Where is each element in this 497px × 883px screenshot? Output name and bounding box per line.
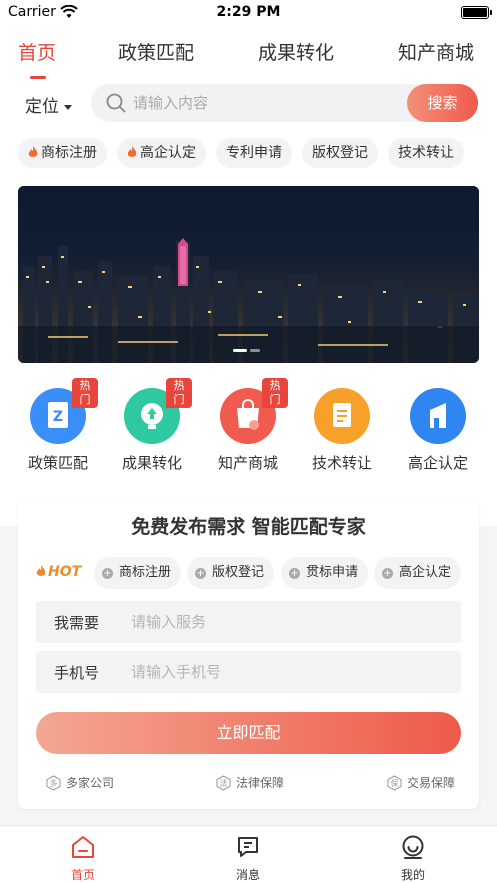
top-tabs: 首页 政策匹配 成果转化 知产商城 <box>0 36 497 79</box>
clock: 2:29 PM <box>216 4 281 20</box>
bottom-tab-bar: 首页 消息 我的 <box>0 825 497 883</box>
hot-chip-standard[interactable]: + 贯标申请 <box>281 557 369 589</box>
need-label: 我需要 <box>54 614 100 632</box>
match-button[interactable]: 立即匹配 <box>36 712 461 754</box>
tabbar-label: 首页 <box>70 868 95 882</box>
tab-achievement[interactable]: 成果转化 <box>258 38 334 65</box>
tab-ip-mall[interactable]: 知产商城 <box>398 38 474 65</box>
banner-image <box>18 186 479 363</box>
flame-icon <box>127 146 137 157</box>
guarantee-companies: 多多家公司 <box>46 774 114 791</box>
service-high-tech[interactable]: 高企认定 <box>398 380 478 473</box>
hot-chip-trademark[interactable]: + 商标注册 <box>94 557 182 589</box>
chip-trademark[interactable]: 商标注册 <box>18 138 107 168</box>
location-selector[interactable]: 定位 <box>25 92 72 117</box>
service-label: 高企认定 <box>407 454 468 472</box>
service-label: 政策匹配 <box>27 454 88 472</box>
svg-text:Z: Z <box>53 409 63 425</box>
clipboard-icon <box>333 403 351 427</box>
hexagon-badge-icon: 法 <box>216 775 231 791</box>
tabbar-profile[interactable]: 我的 <box>383 834 443 883</box>
phone-input[interactable] <box>131 651 441 693</box>
svg-text:法: 法 <box>220 778 228 788</box>
flame-icon <box>28 146 38 157</box>
chip-patent[interactable]: 专利申请 <box>216 138 292 168</box>
card-title: 免费发布需求 智能匹配专家 <box>131 516 366 538</box>
hot-badge: 热门 <box>166 378 192 408</box>
hot-badge: 热门 <box>262 378 288 408</box>
building-icon <box>430 403 446 428</box>
flame-icon <box>36 565 46 576</box>
hexagon-badge-icon: 多 <box>46 775 61 791</box>
phone-field: 手机号 <box>36 651 461 693</box>
search-input[interactable] <box>133 84 393 122</box>
location-label: 定位 <box>25 97 59 117</box>
status-bar: Carrier 2:29 PM <box>0 0 497 26</box>
tabbar-home[interactable]: 首页 <box>53 834 113 883</box>
plus-icon: + <box>382 568 393 579</box>
hot-badge: 热门 <box>72 378 98 408</box>
service-tech-transfer[interactable]: 技术转让 <box>302 380 382 473</box>
service-ip-mall[interactable]: 热门 知产商城 <box>208 378 288 473</box>
service-icon-circle <box>410 388 466 444</box>
service-grid: Z 热门 政策匹配 热门 成果转化 热门 知产商城 技术转让 高企认定 <box>0 378 497 480</box>
tab-policy-match[interactable]: 政策匹配 <box>118 38 194 65</box>
service-label: 知产商城 <box>217 454 278 472</box>
quick-chips: 商标注册 高企认定 专利申请 版权登记 技术转让 <box>18 138 488 170</box>
chip-high-tech[interactable]: 高企认定 <box>117 138 206 168</box>
active-tab-indicator <box>30 76 46 79</box>
carousel-dot-active[interactable] <box>233 349 247 352</box>
chip-label: 商标注册 <box>41 145 97 161</box>
tabbar-messages[interactable]: 消息 <box>218 834 278 883</box>
chip-label: 高企认定 <box>140 145 196 161</box>
need-field: 我需要 <box>36 601 461 643</box>
message-icon <box>238 837 258 857</box>
hot-chip-high-tech[interactable]: + 高企认定 <box>374 557 462 589</box>
guarantee-trade: 保交易保障 <box>387 774 455 791</box>
plus-icon: + <box>289 568 300 579</box>
caret-down-icon <box>64 104 72 110</box>
chip-copyright[interactable]: 版权登记 <box>302 138 378 168</box>
battery-icon <box>461 6 492 19</box>
hot-chip-copyright[interactable]: + 版权登记 <box>187 557 275 589</box>
plus-icon: + <box>195 568 206 579</box>
carousel-dot[interactable] <box>250 349 260 352</box>
hot-label: HOT <box>36 564 81 580</box>
search-button[interactable]: 搜索 <box>407 84 478 122</box>
tab-home[interactable]: 首页 <box>18 38 56 65</box>
service-icon-circle <box>314 388 370 444</box>
hexagon-badge-icon: 保 <box>387 775 402 791</box>
tabbar-label: 我的 <box>400 868 425 882</box>
svg-text:保: 保 <box>391 778 399 788</box>
guarantee-legal: 法法律保障 <box>216 774 284 791</box>
service-label: 技术转让 <box>311 454 372 472</box>
plus-icon: + <box>102 568 113 579</box>
tabbar-label: 消息 <box>235 868 260 882</box>
chip-tech-transfer[interactable]: 技术转让 <box>388 138 464 168</box>
service-input[interactable] <box>131 601 441 643</box>
service-achievement[interactable]: 热门 成果转化 <box>112 378 192 473</box>
phone-label: 手机号 <box>54 664 100 682</box>
search-bar: 搜索 <box>91 84 478 122</box>
city-night-banner[interactable] <box>18 186 479 363</box>
service-policy-match[interactable]: Z 热门 政策匹配 <box>18 378 98 473</box>
search-icon <box>106 93 126 113</box>
home-icon <box>72 836 94 858</box>
svg-text:多: 多 <box>50 778 58 788</box>
smile-face-icon <box>402 835 424 859</box>
service-label: 成果转化 <box>121 454 182 472</box>
demand-card: 免费发布需求 智能匹配专家 HOT + 商标注册 + 版权登记 + 贯标申请 + 高企认… <box>18 497 479 809</box>
hot-services: HOT + 商标注册 + 版权登记 + 贯标申请 + 高企认定 <box>34 557 474 589</box>
